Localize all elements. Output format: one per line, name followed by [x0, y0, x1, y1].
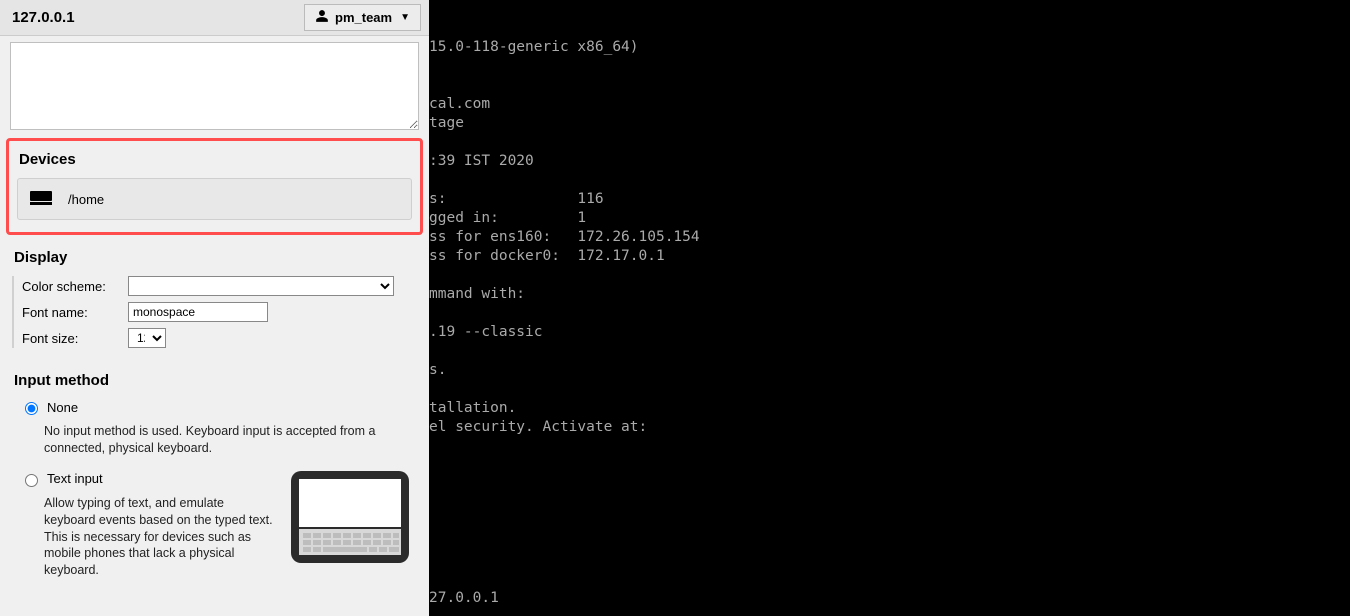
terminal-line	[429, 494, 1350, 513]
input-method-section: Input method None No input method is use…	[0, 358, 429, 579]
terminal-line	[429, 513, 1350, 532]
font-size-label: Font size:	[22, 331, 118, 346]
terminal-line	[429, 532, 1350, 551]
terminal-line	[429, 57, 1350, 76]
terminal-line: tage	[429, 114, 1350, 133]
font-name-label: Font name:	[22, 305, 118, 320]
display-section: Display Color scheme: Font name: Font si…	[0, 235, 429, 358]
input-method-text-radio[interactable]	[25, 474, 38, 487]
device-path: /home	[68, 192, 104, 207]
terminal-line	[429, 342, 1350, 361]
terminal-line	[429, 266, 1350, 285]
devices-section-highlighted: Devices /home	[6, 138, 423, 235]
input-method-none-radio[interactable]	[25, 402, 38, 415]
input-method-none-desc: No input method is used. Keyboard input …	[44, 423, 384, 457]
terminal-line: :39 IST 2020	[429, 152, 1350, 171]
terminal-line	[429, 380, 1350, 399]
tablet-illustration-icon	[291, 471, 409, 566]
top-bar: 127.0.0.1 pm_team ▼	[0, 0, 429, 36]
terminal-line: mmand with:	[429, 285, 1350, 304]
input-method-none-label: None	[47, 400, 78, 415]
notes-textarea[interactable]	[10, 42, 419, 130]
user-dropdown[interactable]: pm_team ▼	[304, 4, 421, 31]
terminal-line	[429, 133, 1350, 152]
user-label: pm_team	[335, 10, 392, 25]
terminal-line	[429, 551, 1350, 570]
terminal-line	[429, 456, 1350, 475]
address-label: 127.0.0.1	[12, 9, 75, 26]
terminal-line	[429, 76, 1350, 95]
terminal-line: 15.0-118-generic x86_64)	[429, 38, 1350, 57]
terminal-line	[429, 475, 1350, 494]
input-method-text-desc: Allow typing of text, and emulate keyboa…	[44, 495, 274, 579]
terminal-line: ss for ens160: 172.26.105.154	[429, 228, 1350, 247]
color-scheme-label: Color scheme:	[22, 279, 118, 294]
terminal-line: cal.com	[429, 95, 1350, 114]
terminal-line: tallation.	[429, 399, 1350, 418]
terminal-line	[429, 570, 1350, 589]
font-size-select[interactable]: 12	[128, 328, 166, 348]
terminal-line: .19 --classic	[429, 323, 1350, 342]
drive-icon	[30, 191, 52, 207]
terminal-line: gged in: 1	[429, 209, 1350, 228]
input-method-title: Input method	[14, 372, 415, 389]
terminal-line	[429, 171, 1350, 190]
font-name-input[interactable]	[128, 302, 268, 322]
chevron-down-icon: ▼	[400, 12, 410, 23]
terminal-line: 27.0.0.1	[429, 589, 1350, 608]
terminal-line: el security. Activate at:	[429, 418, 1350, 437]
input-method-text-label: Text input	[47, 471, 103, 486]
devices-title: Devices	[19, 151, 410, 168]
terminal-line: s.	[429, 361, 1350, 380]
color-scheme-select[interactable]	[128, 276, 394, 296]
display-title: Display	[14, 249, 415, 266]
terminal[interactable]: 15.0-118-generic x86_64) cal.comtage :39…	[429, 0, 1350, 616]
settings-scroll-area[interactable]: Devices /home Display Color scheme: Font…	[0, 36, 429, 616]
device-row-home[interactable]: /home	[17, 178, 412, 220]
terminal-line	[429, 437, 1350, 456]
terminal-line: s: 116	[429, 190, 1350, 209]
terminal-line: ss for docker0: 172.17.0.1	[429, 247, 1350, 266]
user-icon	[315, 9, 329, 26]
terminal-line	[429, 304, 1350, 323]
settings-panel: 127.0.0.1 pm_team ▼ Devices /home Displa…	[0, 0, 429, 616]
